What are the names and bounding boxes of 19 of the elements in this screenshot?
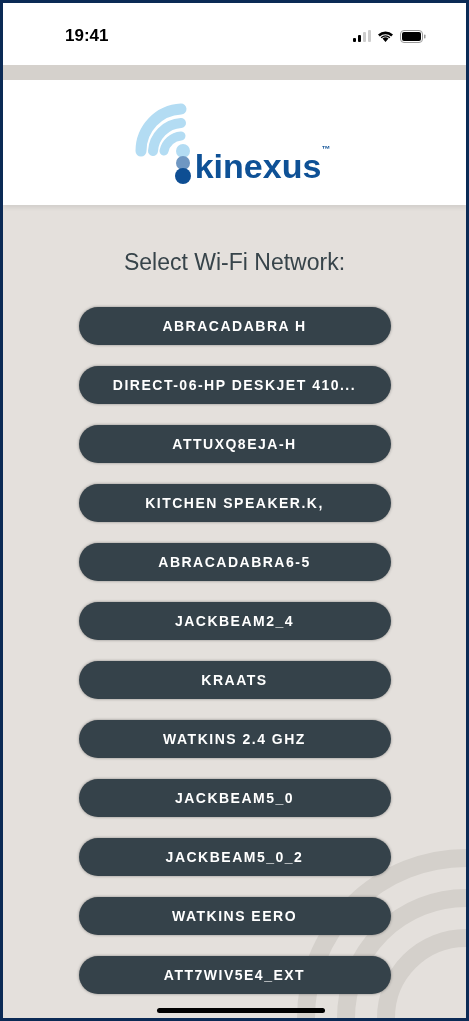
network-button[interactable]: WATKINS EERO [78,897,391,935]
network-button[interactable]: JACKBEAM2_4 [78,602,391,640]
signal-icon [353,30,371,42]
network-button[interactable]: ATT7WIV5E4_EXT [78,956,391,994]
network-button[interactable]: KRAATS [78,661,391,699]
battery-icon [400,29,426,43]
trademark-mark: ™ [321,142,331,156]
network-button[interactable]: JACKBEAM5_0_2 [78,838,391,876]
network-button[interactable]: WATKINS 2.4 GHZ [78,720,391,758]
network-button[interactable]: ABRACADABRA6-5 [78,543,391,581]
page-title: Select Wi-Fi Network: [123,251,346,274]
status-time: 19:41 [65,25,109,48]
network-button[interactable]: ATTUXQ8EJA-H [78,425,391,463]
network-button[interactable]: ABRACADABRA H [78,307,391,345]
network-button[interactable]: JACKBEAM5_0 [78,779,391,817]
network-button[interactable]: DIRECT-06-HP DESKJET 410... [78,366,391,404]
logo-wordmark: kinexus [194,148,322,183]
network-button[interactable]: KITCHEN SPEAKER.K, [78,484,391,522]
wifi-icon [377,30,394,42]
